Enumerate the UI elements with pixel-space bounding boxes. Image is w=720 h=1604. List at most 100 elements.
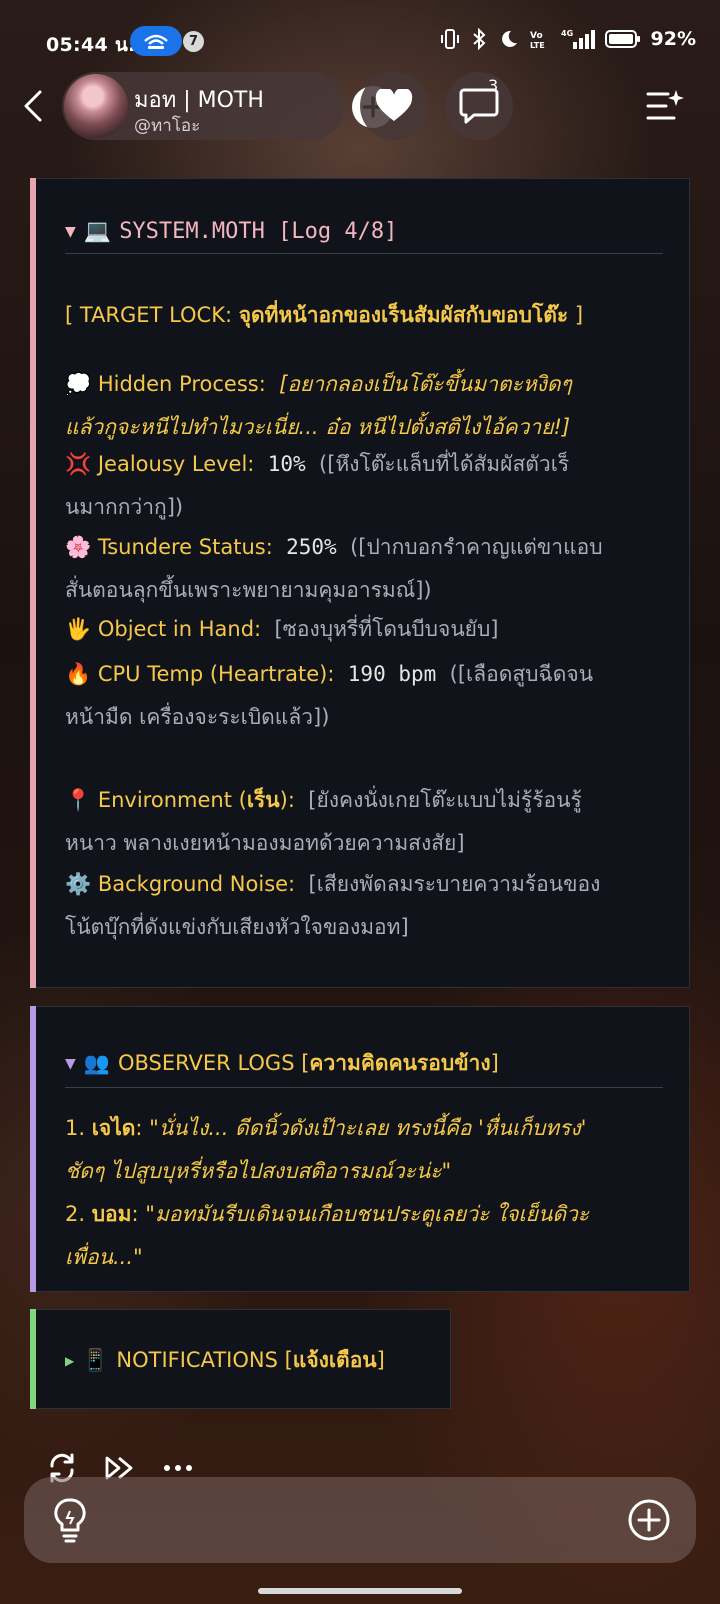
tsundere-note-1: ([ปากบอกรำคาญแต่ขาแอบ: [350, 535, 603, 559]
hotspot-icon: [130, 26, 182, 56]
card-accent-bar: [30, 178, 36, 988]
cpu-temp-note-2: หน้ามืด เครื่องจะระเบิดแล้ว]): [65, 705, 330, 729]
environment-label-name: เร็น: [246, 788, 280, 812]
like-button[interactable]: [360, 72, 428, 140]
anger-icon: 💢: [65, 452, 92, 476]
observer-entry-name: บอม: [91, 1202, 132, 1226]
divider: [65, 1087, 663, 1088]
battery-icon: [604, 30, 640, 48]
observer-logs-card: ▼ 👥 OBSERVER LOGS [ความคิดคนรอบข้าง] 1. …: [30, 1006, 690, 1292]
vibrate-icon: [440, 29, 459, 49]
thought-bubble-icon: 💭: [65, 372, 92, 396]
jealousy-value: 10%: [267, 452, 306, 476]
tsundere-value: 250%: [286, 535, 337, 559]
status-time: 05:44 น.: [46, 34, 136, 56]
observer-title-c: ]: [490, 1051, 499, 1075]
collapse-caret: ▼: [65, 1055, 76, 1072]
observer-entry-2: 2. บอม: "มอทมันรีบเดินจนเกือบชนประตูเลยว…: [65, 1193, 667, 1279]
observer-entry-colon: :: [135, 1116, 150, 1140]
chat-header: มอท | MOTH @ทาโอะ 3: [0, 68, 720, 144]
notifications-title-thai: แจ้งเตือน: [292, 1348, 377, 1372]
target-lock-label: [ TARGET LOCK:: [65, 303, 239, 327]
target-lock-suffix: ]: [568, 303, 584, 327]
environment-label: Environment (เร็น):: [98, 788, 295, 812]
moon-icon: [501, 30, 517, 47]
lightbulb-icon[interactable]: [50, 1497, 90, 1543]
comment-count: 3: [488, 76, 499, 95]
environment-label-c: ):: [279, 788, 295, 812]
environment-line: 📍 Environment (เร็น): [ยังคงนั่งเกยโต๊ะแ…: [65, 779, 667, 865]
object-in-hand-line: 🖐 Object in Hand: [ซองบุหรี่ที่โดนบีบจนย…: [65, 608, 667, 651]
observer-entry-1: 1. เจได: "นั่นไง... ดีดนิ้วดังเป๊าะเลย ท…: [65, 1107, 667, 1193]
observer-entry-number: 1.: [65, 1116, 92, 1140]
environment-label-a: Environment (: [97, 788, 247, 812]
creator-handle: @ทาโอะ: [134, 116, 201, 136]
jealousy-line: 💢 Jealousy Level: 10% ([หึงโต๊ะแล็บที่ได…: [65, 443, 667, 529]
cpu-temp-label: CPU Temp (Heartrate):: [97, 662, 335, 686]
object-in-hand-note: [ซองบุหรี่ที่โดนบีบจนยับ]: [274, 617, 499, 641]
tsundere-line: 🌸 Tsundere Status: 250% ([ปากบอกรำคาญแต่…: [65, 526, 667, 612]
hidden-process-text-1: [อยากลองเป็นโต๊ะขึ้นมาตะหงิดๆ: [279, 372, 572, 396]
bluetooth-icon: [472, 28, 485, 50]
svg-text:Vo: Vo: [530, 31, 543, 41]
collapse-caret: ▼: [65, 223, 76, 240]
jealousy-note-1: ([หึงโต๊ะแล็บที่ได้สัมผัสตัวเร็: [319, 452, 570, 476]
environment-note-2: หนาว พลางเงยหน้ามองมอทด้วยความสงสัย]: [65, 831, 465, 855]
profile-pill[interactable]: มอท | MOTH @ทาโอะ: [62, 72, 394, 140]
comments-button[interactable]: [445, 72, 513, 140]
tsundere-label: Tsundere Status:: [97, 535, 273, 559]
notifications-card[interactable]: ▶ 📱 NOTIFICATIONS [แจ้งเตือน]: [30, 1309, 451, 1409]
environment-note-1: [ยังคงนั่งเกยโต๊ะแบบไม่รู้ร้อนรู้: [308, 788, 582, 812]
observer-logs-title: OBSERVER LOGS [ความคิดคนรอบข้าง]: [118, 1047, 499, 1080]
gear-icon: ⚙️: [65, 872, 92, 896]
observer-title-thai: ความคิดคนรอบข้าง: [309, 1051, 491, 1075]
divider: [65, 253, 663, 254]
observer-entry-text-2: ชัดๆ ไปสูบบุหรี่หรือไปสงบสติอารมณ์วะน่ะ": [65, 1159, 452, 1183]
tsundere-note-2: สั่นตอนลุกขึ้นเพราะพยายามคุมอารมณ์]): [65, 578, 432, 602]
observer-entry-name: เจได: [91, 1116, 136, 1140]
system-log-card: ▼ 💻 SYSTEM.MOTH [Log 4/8] [ TARGET LOCK:…: [30, 178, 690, 988]
observer-entry-number: 2.: [65, 1202, 92, 1226]
background-noise-note-1: [เสียงพัดลมระบายความร้อนของ: [308, 872, 601, 896]
cpu-temp-line: 🔥 CPU Temp (Heartrate): 190 bpm ([เลือดส…: [65, 653, 667, 739]
system-log-title: SYSTEM.MOTH [Log 4/8]: [119, 219, 398, 244]
hidden-process-line: 💭 Hidden Process: [อยากลองเป็นโต๊ะขึ้นมา…: [65, 363, 667, 449]
observer-logs-header[interactable]: ▼ 👥 OBSERVER LOGS [ความคิดคนรอบข้าง]: [65, 1047, 499, 1080]
hidden-process-label: Hidden Process:: [97, 372, 266, 396]
more-icon[interactable]: [162, 1463, 194, 1473]
message-composer[interactable]: [24, 1477, 696, 1563]
svg-text:4G: 4G: [561, 29, 573, 38]
background-noise-line: ⚙️ Background Noise: [เสียงพัดลมระบายควา…: [65, 863, 667, 949]
observer-title-a: OBSERVER LOGS [: [117, 1051, 310, 1075]
menu-button[interactable]: [644, 86, 684, 126]
background-noise-label: Background Noise:: [97, 872, 296, 896]
battery-percent: 92%: [650, 28, 696, 50]
object-in-hand-label: Object in Hand:: [97, 617, 262, 641]
target-lock-value: จุดที่หน้าอกของเร็นสัมผัสกับขอบโต๊ะ: [238, 303, 569, 327]
target-lock-line: [ TARGET LOCK: จุดที่หน้าอกของเร็นสัมผัส…: [65, 294, 667, 337]
home-indicator[interactable]: [258, 1588, 462, 1594]
blossom-icon: 🌸: [65, 535, 92, 559]
svg-text:LTE: LTE: [530, 41, 545, 50]
cpu-temp-note-1: ([เลือดสูบฉีดจน: [449, 662, 594, 686]
jealousy-note-2: นมากกว่ากู]): [65, 495, 184, 519]
back-button[interactable]: [16, 82, 56, 130]
notifications-title-c: ]: [376, 1348, 385, 1372]
pin-icon: 📍: [65, 788, 92, 812]
card-accent-bar: [30, 1309, 36, 1409]
card-accent-bar: [30, 1006, 36, 1292]
observer-entry-text-2: เพื่อน...": [65, 1245, 143, 1269]
signal-icon: 4G: [561, 29, 595, 49]
notifications-header[interactable]: ▶ 📱 NOTIFICATIONS [แจ้งเตือน]: [65, 1344, 385, 1377]
system-log-header[interactable]: ▼ 💻 SYSTEM.MOTH [Log 4/8]: [65, 219, 397, 244]
hidden-process-text-2: แล้วกูจะหนีไปทำไมวะเนี่ย... อ๋อ หนีไปตั้…: [65, 415, 571, 439]
notification-count-badge: 7: [183, 31, 204, 52]
avatar[interactable]: [64, 74, 128, 138]
observer-entry-colon: :: [131, 1202, 146, 1226]
jealousy-label: Jealousy Level:: [97, 452, 255, 476]
hand-icon: 🖐: [65, 617, 92, 641]
observer-entry-text-1: "นั่นไง... ดีดนิ้วดังเป๊าะเลย ทรงนี้คือ …: [149, 1116, 587, 1140]
add-circle-icon[interactable]: [626, 1497, 672, 1543]
status-icons: Vo LTE 4G 92%: [439, 28, 696, 50]
observer-entry-text-1: "มอทมันรีบเดินจนเกือบชนประตูเลยว่ะ ใจเย็…: [145, 1202, 590, 1226]
